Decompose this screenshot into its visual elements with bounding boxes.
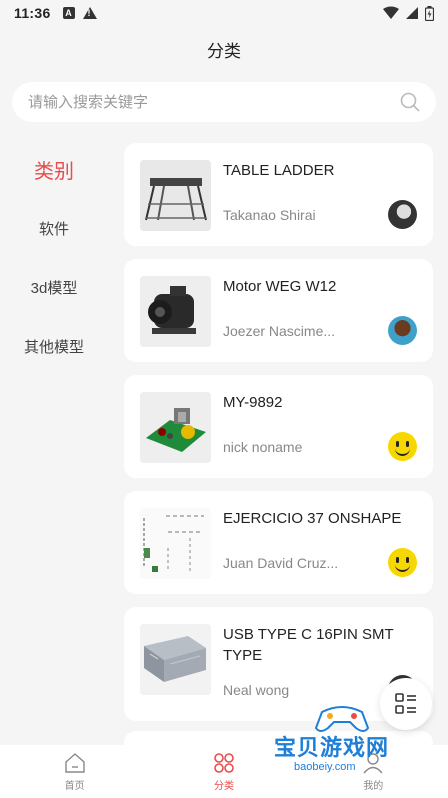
onshape-exercise-image <box>140 508 211 579</box>
sidebar-item-category[interactable]: 类别 <box>0 140 108 199</box>
model-thumbnail <box>140 392 211 463</box>
watermark-url: baobeiy.com <box>294 761 356 773</box>
author-name: Takanao Shirai <box>223 206 316 223</box>
model-title: USB TYPE C 16PIN SMT TYPE <box>223 626 394 664</box>
battery-icon <box>425 5 434 21</box>
smiley-avatar[interactable] <box>388 432 417 461</box>
author-name: Juan David Cruz... <box>223 554 339 571</box>
tab-home[interactable]: 首页 <box>0 745 149 798</box>
ladder-model-image <box>140 160 211 231</box>
author-name: Neal wong <box>223 681 290 698</box>
app-notification-icon: A <box>62 7 75 19</box>
model-thumbnail <box>140 276 211 347</box>
status-bar: 11:36 A <box>0 0 448 26</box>
avatar[interactable] <box>388 316 417 345</box>
model-title: TABLE LADDER <box>223 162 335 179</box>
list-item[interactable]: TABLE LADDER Takanao Shirai <box>124 143 433 246</box>
list-item[interactable]: MY-9892 nick noname <box>124 375 433 478</box>
category-sidebar: 类别 软件 3d模型 其他模型 <box>0 140 108 376</box>
sidebar-item-other-model[interactable]: 其他模型 <box>0 317 108 376</box>
notification-icons: A <box>62 7 97 19</box>
page-title: 分类 <box>207 41 241 61</box>
category-icon <box>214 752 234 773</box>
list-item[interactable]: EJERCICIO 37 ONSHAPE Juan David Cruz... <box>124 491 433 594</box>
author-name: nick noname <box>223 438 303 455</box>
signal-icon <box>406 7 418 19</box>
model-thumbnail <box>140 624 211 695</box>
warning-icon <box>82 7 97 19</box>
model-thumbnail <box>140 160 211 231</box>
search-bar[interactable] <box>12 82 436 122</box>
tab-category-label: 分类 <box>213 780 234 792</box>
watermark-text: 宝贝游戏网 <box>274 735 390 760</box>
watermark: 宝贝游戏网 baobeiy.com <box>272 700 448 780</box>
model-title: Motor WEG W12 <box>223 278 337 295</box>
system-icons <box>383 5 434 21</box>
author-name: Joezer Nascime... <box>223 322 336 339</box>
motor-model-image <box>140 276 211 347</box>
model-thumbnail <box>140 508 211 579</box>
smiley-avatar[interactable] <box>388 548 417 577</box>
model-title: EJERCICIO 37 ONSHAPE <box>223 510 402 527</box>
sidebar-item-software[interactable]: 软件 <box>0 199 108 258</box>
status-time: 11:36 <box>14 5 51 21</box>
list-item[interactable]: Motor WEG W12 Joezer Nascime... <box>124 259 433 362</box>
avatar[interactable] <box>388 200 417 229</box>
home-icon <box>64 752 85 773</box>
circuit-board-image <box>140 392 211 463</box>
tab-home-label: 首页 <box>64 780 85 792</box>
search-icon[interactable] <box>400 92 420 112</box>
wifi-icon <box>383 6 399 19</box>
model-list: TABLE LADDER Takanao Shirai Motor WEG W1… <box>124 143 433 734</box>
search-input[interactable] <box>28 93 400 111</box>
usb-connector-image <box>140 624 211 695</box>
sidebar-item-3d-model[interactable]: 3d模型 <box>0 258 108 317</box>
model-title: MY-9892 <box>223 394 283 411</box>
